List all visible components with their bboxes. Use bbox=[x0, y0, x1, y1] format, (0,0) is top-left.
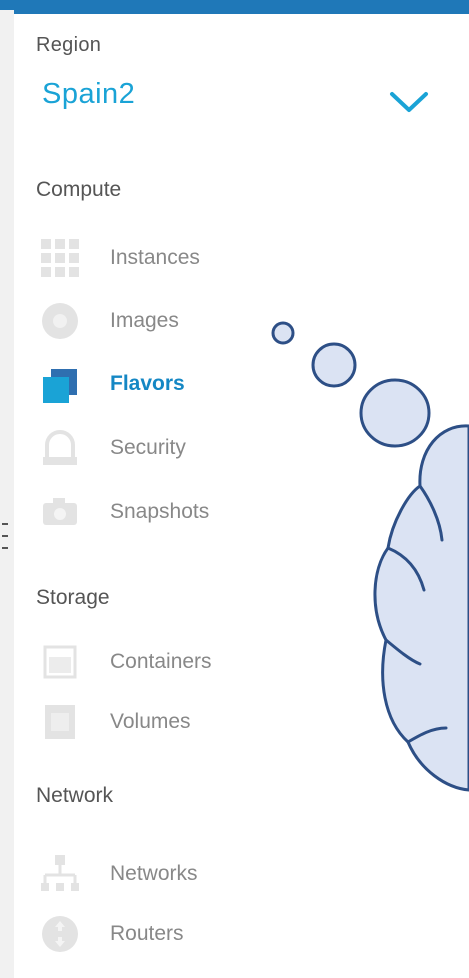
thought-bubble bbox=[271, 321, 469, 792]
